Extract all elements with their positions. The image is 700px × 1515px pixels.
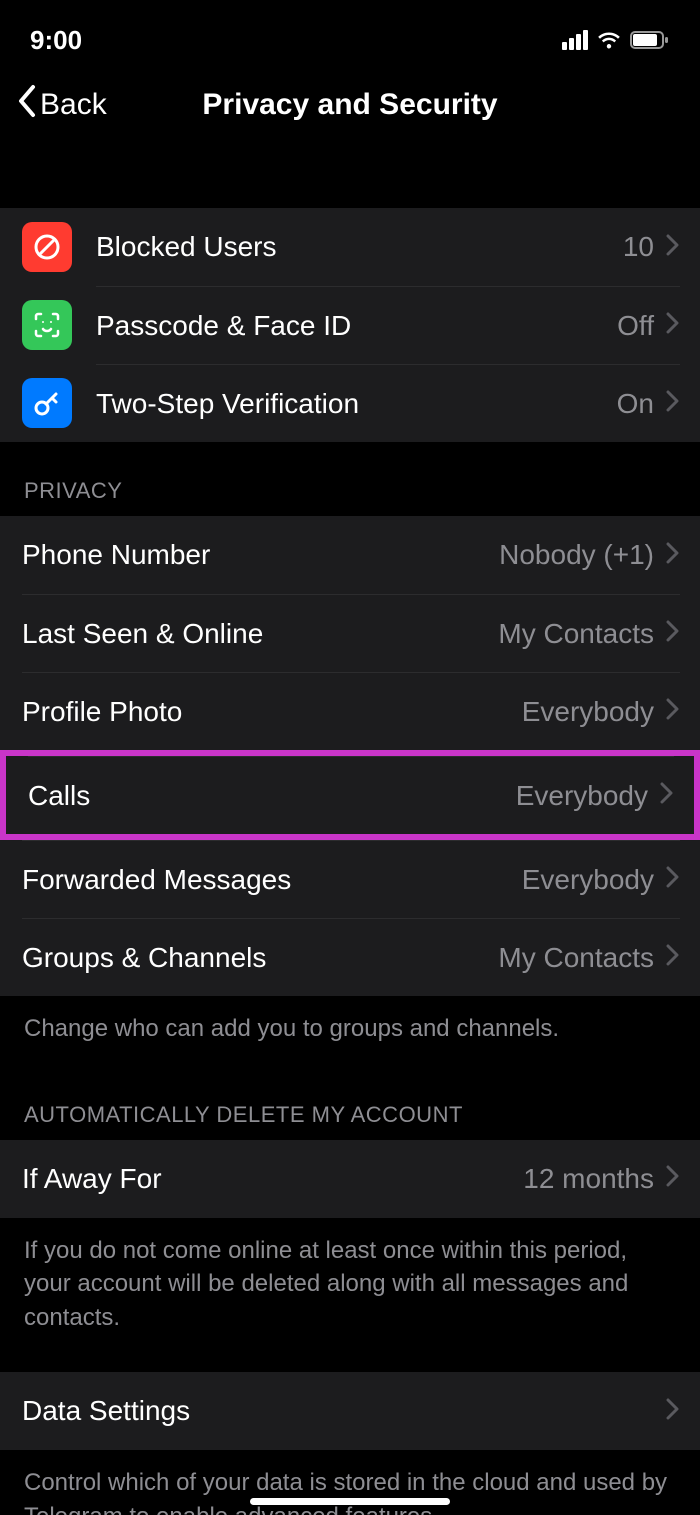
row-forwarded-messages[interactable]: Forwarded Messages Everybody bbox=[0, 840, 700, 918]
row-label: Groups & Channels bbox=[22, 942, 486, 974]
row-label: Calls bbox=[28, 780, 504, 812]
row-label: Phone Number bbox=[22, 539, 487, 571]
privacy-section: Phone Number Nobody (+1) Last Seen & Onl… bbox=[0, 516, 700, 996]
row-label: Forwarded Messages bbox=[22, 864, 510, 896]
autodelete-header: AUTOMATICALLY DELETE MY ACCOUNT bbox=[0, 1066, 700, 1140]
row-label: Profile Photo bbox=[22, 696, 510, 728]
row-groups-channels[interactable]: Groups & Channels My Contacts bbox=[0, 918, 700, 996]
privacy-footer: Change who can add you to groups and cha… bbox=[0, 996, 700, 1066]
row-value: 10 bbox=[623, 231, 654, 263]
autodelete-section: If Away For 12 months bbox=[0, 1140, 700, 1218]
row-value: Everybody bbox=[516, 780, 648, 812]
blocked-icon bbox=[22, 222, 72, 272]
datasettings-section: Data Settings bbox=[0, 1372, 700, 1450]
row-blocked-users[interactable]: Blocked Users 10 bbox=[0, 208, 700, 286]
chevron-left-icon bbox=[16, 84, 36, 126]
row-last-seen[interactable]: Last Seen & Online My Contacts bbox=[0, 594, 700, 672]
row-value: My Contacts bbox=[498, 942, 654, 974]
chevron-right-icon bbox=[666, 944, 680, 971]
row-value: Nobody (+1) bbox=[499, 539, 654, 571]
row-two-step[interactable]: Two-Step Verification On bbox=[0, 364, 700, 442]
row-value: Off bbox=[617, 310, 654, 342]
home-indicator[interactable] bbox=[250, 1498, 450, 1505]
chevron-right-icon bbox=[666, 620, 680, 647]
autodelete-footer: If you do not come online at least once … bbox=[0, 1218, 700, 1355]
key-icon bbox=[22, 378, 72, 428]
row-label: If Away For bbox=[22, 1163, 511, 1195]
row-data-settings[interactable]: Data Settings bbox=[0, 1372, 700, 1450]
row-profile-photo[interactable]: Profile Photo Everybody bbox=[0, 672, 700, 750]
row-label: Two-Step Verification bbox=[96, 388, 605, 420]
row-label: Passcode & Face ID bbox=[96, 310, 605, 342]
row-value: On bbox=[617, 388, 654, 420]
chevron-right-icon bbox=[666, 698, 680, 725]
chevron-right-icon bbox=[666, 1165, 680, 1192]
chevron-right-icon bbox=[666, 390, 680, 417]
chevron-right-icon bbox=[666, 312, 680, 339]
row-calls[interactable]: Calls Everybody bbox=[0, 750, 700, 840]
privacy-header: PRIVACY bbox=[0, 442, 700, 516]
wifi-icon bbox=[596, 30, 622, 50]
row-if-away-for[interactable]: If Away For 12 months bbox=[0, 1140, 700, 1218]
battery-icon bbox=[630, 30, 670, 50]
chevron-right-icon bbox=[660, 782, 674, 809]
status-time: 9:00 bbox=[30, 25, 82, 56]
row-phone-number[interactable]: Phone Number Nobody (+1) bbox=[0, 516, 700, 594]
back-button[interactable]: Back bbox=[16, 84, 107, 126]
row-passcode-faceid[interactable]: Passcode & Face ID Off bbox=[0, 286, 700, 364]
status-indicators bbox=[562, 30, 670, 50]
cellular-icon bbox=[562, 30, 588, 50]
security-section: Blocked Users 10 Passcode & Face ID Off … bbox=[0, 208, 700, 442]
row-label: Data Settings bbox=[22, 1395, 654, 1427]
chevron-right-icon bbox=[666, 1398, 680, 1425]
row-label: Last Seen & Online bbox=[22, 618, 486, 650]
nav-bar: Back Privacy and Security bbox=[0, 60, 700, 150]
chevron-right-icon bbox=[666, 866, 680, 893]
row-value: 12 months bbox=[523, 1163, 654, 1195]
row-value: Everybody bbox=[522, 864, 654, 896]
datasettings-footer: Control which of your data is stored in … bbox=[0, 1450, 700, 1515]
chevron-right-icon bbox=[666, 542, 680, 569]
back-label: Back bbox=[40, 88, 107, 122]
row-value: My Contacts bbox=[498, 618, 654, 650]
row-value: Everybody bbox=[522, 696, 654, 728]
status-bar: 9:00 bbox=[0, 0, 700, 60]
chevron-right-icon bbox=[666, 234, 680, 261]
faceid-icon bbox=[22, 300, 72, 350]
row-label: Blocked Users bbox=[96, 231, 611, 263]
